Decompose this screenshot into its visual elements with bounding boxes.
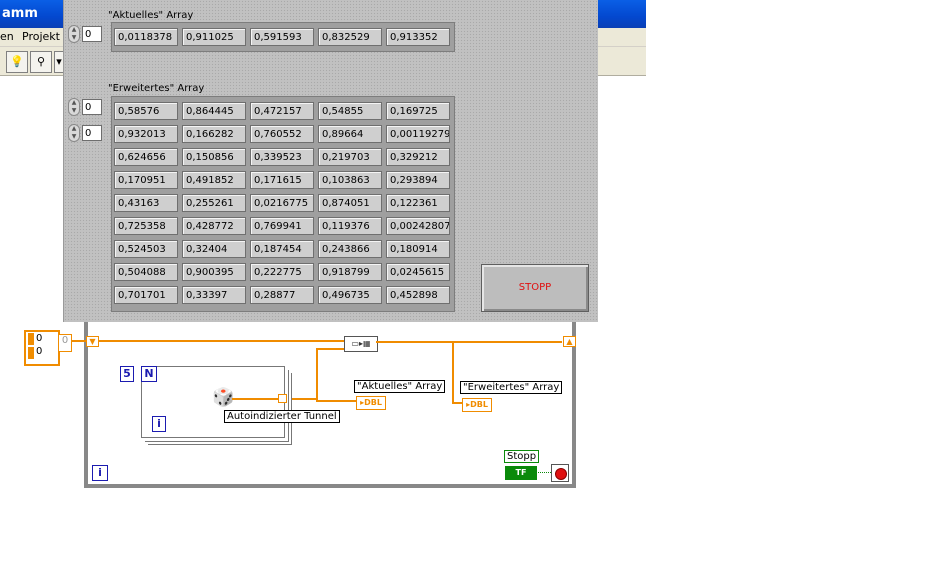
aktuelles-indicator-label: "Aktuelles" Array	[354, 380, 446, 393]
erweitertes-array-element[interactable]: 0,169725	[386, 102, 450, 120]
init-array-control[interactable]: 0 0	[24, 330, 60, 366]
erweitertes-array-element[interactable]: 0,00242807	[386, 217, 450, 235]
erweitertes-array-element[interactable]: 0,103863	[318, 171, 382, 189]
erweitertes-array-element[interactable]: 0,725358	[114, 217, 178, 235]
aktuelles-array-element[interactable]: 0,832529	[318, 28, 382, 46]
init-array-value-0: 0	[36, 333, 43, 344]
erweitertes-array-element[interactable]: 0,496735	[318, 286, 382, 304]
aktuelles-array-element[interactable]: 0,0118378	[114, 28, 178, 46]
erweitertes-row-index-spinner[interactable]: ▲ ▼	[68, 98, 80, 116]
tunnel-label: Autoindizierter Tunnel	[224, 410, 340, 423]
init-array-value-1: 0	[36, 346, 43, 357]
erweitertes-array-element[interactable]: 0,918799	[318, 263, 382, 281]
aktuelles-array-label: "Aktuelles" Array	[108, 10, 194, 21]
erweitertes-array-element[interactable]: 0,58576	[114, 102, 178, 120]
stopp-boolean-terminal[interactable]: TF	[505, 466, 537, 480]
random-number-icon: 🎲	[212, 387, 235, 408]
window-title: amm	[2, 6, 38, 21]
erweitertes-array-element[interactable]: 0,54855	[318, 102, 382, 120]
erweitertes-array-element[interactable]: 0,32404	[182, 240, 246, 258]
erweitertes-array-element[interactable]: 0,524503	[114, 240, 178, 258]
erweitertes-array-element[interactable]: 0,701701	[114, 286, 178, 304]
erweitertes-array-element[interactable]: 0,219703	[318, 148, 382, 166]
erweitertes-col-index-spinner[interactable]: ▲ ▼	[68, 124, 80, 142]
front-panel: "Aktuelles" Array ▲ ▼ 0 0,0118378 0,911025…	[63, 0, 598, 322]
erweitertes-array-element[interactable]: 0,769941	[250, 217, 314, 235]
aktuelles-array-element[interactable]: 0,911025	[182, 28, 246, 46]
for-loop-count-terminal: N	[141, 366, 157, 382]
erweitertes-array-element[interactable]: 0,171615	[250, 171, 314, 189]
erweitertes-indicator[interactable]: ▸DBL	[462, 398, 492, 412]
erweitertes-col-index-field[interactable]: 0	[82, 125, 102, 141]
erweitertes-array-element[interactable]: 0,452898	[386, 286, 450, 304]
erweitertes-array-element[interactable]: 0,932013	[114, 125, 178, 143]
for-loop-iteration-terminal: i	[152, 416, 166, 432]
loop-condition-terminal	[551, 464, 569, 482]
erweitertes-array-label: "Erweitertes" Array	[108, 83, 205, 94]
erweitertes-array-element[interactable]: 0,255261	[182, 194, 246, 212]
block-diagram: 0 0 0 ▼ ▭▸▦ ▲ 5 N i 🎲 Autoindizierter Tu…	[0, 322, 930, 566]
erweitertes-array-element[interactable]: 0,166282	[182, 125, 246, 143]
aktuelles-index-spinner[interactable]: ▲ ▼	[68, 25, 80, 43]
erweitertes-array-element[interactable]: 0,339523	[250, 148, 314, 166]
erweitertes-array-element[interactable]: 0,900395	[182, 263, 246, 281]
stopp-button[interactable]: STOPP	[481, 264, 589, 312]
erweitertes-array-element[interactable]: 0,864445	[182, 102, 246, 120]
erweitertes-array-element[interactable]: 0,187454	[250, 240, 314, 258]
erweitertes-array-element[interactable]: 0,222775	[250, 263, 314, 281]
aktuelles-indicator[interactable]: ▸DBL	[356, 396, 386, 410]
erweitertes-array-element[interactable]: 0,428772	[182, 217, 246, 235]
erweitertes-array-element[interactable]: 0,760552	[250, 125, 314, 143]
erweitertes-array-element[interactable]: 0,504088	[114, 263, 178, 281]
erweitertes-row-index-field[interactable]: 0	[82, 99, 102, 115]
erweitertes-array-element[interactable]: 0,33397	[182, 286, 246, 304]
erweitertes-array-element[interactable]: 0,170951	[114, 171, 178, 189]
erweitertes-array-element[interactable]: 0,180914	[386, 240, 450, 258]
erweitertes-array-element[interactable]: 0,00119279	[386, 125, 450, 143]
erweitertes-array-element[interactable]: 0,119376	[318, 217, 382, 235]
aktuelles-array-element[interactable]: 0,913352	[386, 28, 450, 46]
erweitertes-array-element[interactable]: 0,491852	[182, 171, 246, 189]
erweitertes-array-element[interactable]: 0,89664	[318, 125, 382, 143]
erweitertes-indicator-label: "Erweitertes" Array	[460, 381, 563, 394]
erweitertes-array-element[interactable]: 0,243866	[318, 240, 382, 258]
menu-item-edit[interactable]: en	[0, 30, 14, 43]
erweitertes-array-element[interactable]: 0,472157	[250, 102, 314, 120]
erweitertes-array-element[interactable]: 0,624656	[114, 148, 178, 166]
erweitertes-array-element[interactable]: 0,293894	[386, 171, 450, 189]
auto-indexing-tunnel	[278, 394, 287, 403]
erweitertes-array-element[interactable]: 0,43163	[114, 194, 178, 212]
while-loop-iteration-terminal: i	[92, 465, 108, 481]
build-array-icon: ▭▸▦	[344, 336, 378, 352]
erweitertes-array-element[interactable]: 0,0245615	[386, 263, 450, 281]
stopp-terminal-label: Stopp	[504, 450, 540, 463]
erweitertes-array-element[interactable]: 0,122361	[386, 194, 450, 212]
retain-wire-values-icon[interactable]: ⚲	[30, 51, 52, 73]
erweitertes-array-element[interactable]: 0,150856	[182, 148, 246, 166]
aktuelles-index-field[interactable]: 0	[82, 26, 102, 42]
erweitertes-array-element[interactable]: 0,0216775	[250, 194, 314, 212]
erweitertes-array-element[interactable]: 0,874051	[318, 194, 382, 212]
n-constant[interactable]: 5	[120, 366, 134, 382]
aktuelles-array-element[interactable]: 0,591593	[250, 28, 314, 46]
erweitertes-array-element[interactable]: 0,28877	[250, 286, 314, 304]
erweitertes-array-element[interactable]: 0,329212	[386, 148, 450, 166]
menu-item-projekt[interactable]: Projekt	[22, 30, 60, 43]
highlight-execution-icon[interactable]: 💡	[6, 51, 28, 73]
shift-register-right-icon: ▲	[563, 336, 576, 347]
init-array-index: 0	[58, 334, 72, 352]
